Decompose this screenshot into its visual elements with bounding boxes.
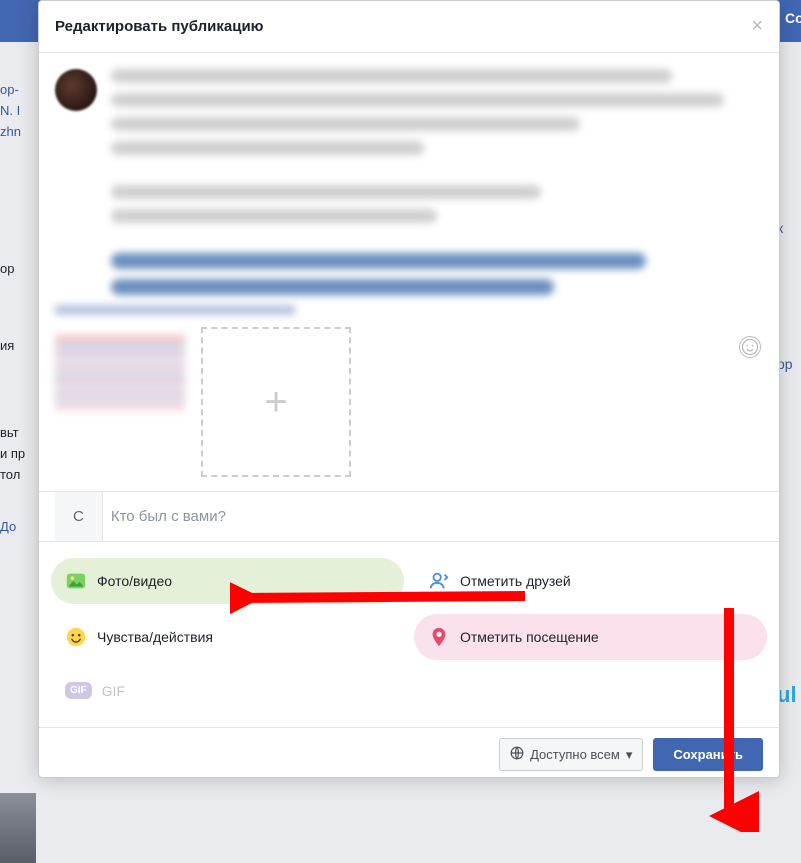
attachment-thumbnail[interactable] bbox=[55, 335, 185, 465]
gif-icon: GIF bbox=[65, 682, 92, 699]
modal-footer: Доступно всем ▾ Сохранить bbox=[39, 727, 779, 777]
option-feelings[interactable]: Чувства/действия bbox=[51, 614, 404, 660]
option-label: Чувства/действия bbox=[97, 629, 213, 645]
modal-header: Редактировать публикацию × bbox=[39, 1, 779, 53]
modal-body: + С Фото/видео Отметить друзей bbox=[39, 53, 779, 727]
attachments: + bbox=[55, 335, 763, 477]
globe-icon bbox=[510, 746, 524, 763]
post-content-row bbox=[55, 69, 763, 295]
save-button[interactable]: Сохранить bbox=[653, 738, 763, 771]
option-label: Фото/видео bbox=[97, 573, 172, 589]
post-text-area[interactable] bbox=[111, 69, 763, 295]
bg-left-column: op- N. I zhn op ия вьт и пр тол До bbox=[0, 42, 36, 802]
option-label: GIF bbox=[102, 683, 125, 699]
location-pin-icon bbox=[428, 626, 450, 648]
bg-header-text: Co bbox=[781, 0, 801, 42]
close-icon: × bbox=[751, 15, 763, 37]
with-friends-input[interactable] bbox=[103, 492, 763, 541]
plus-icon: + bbox=[264, 380, 287, 425]
post-options-grid: Фото/видео Отметить друзей Чувства/дейст… bbox=[51, 558, 767, 711]
modal-title: Редактировать публикацию bbox=[55, 18, 263, 35]
emoji-icon bbox=[741, 338, 759, 356]
save-label: Сохранить bbox=[673, 747, 743, 762]
edit-post-modal: Редактировать публикацию × bbox=[38, 0, 780, 778]
attachment-caption bbox=[55, 305, 763, 315]
option-label: Отметить посещение bbox=[460, 629, 599, 645]
feelings-icon bbox=[65, 626, 87, 648]
close-button[interactable]: × bbox=[751, 15, 763, 38]
privacy-label: Доступно всем bbox=[530, 747, 620, 762]
avatar bbox=[55, 69, 97, 111]
option-checkin[interactable]: Отметить посещение bbox=[414, 614, 767, 660]
option-tag-friends[interactable]: Отметить друзей bbox=[414, 558, 767, 604]
with-label: С bbox=[55, 492, 103, 541]
option-gif[interactable]: GIF GIF bbox=[51, 670, 404, 711]
add-attachment-button[interactable]: + bbox=[201, 327, 351, 477]
privacy-selector[interactable]: Доступно всем ▾ bbox=[499, 738, 643, 771]
option-label: Отметить друзей bbox=[460, 573, 571, 589]
tag-friends-icon bbox=[428, 570, 450, 592]
option-photo-video[interactable]: Фото/видео bbox=[51, 558, 404, 604]
chevron-down-icon: ▾ bbox=[626, 747, 633, 763]
bg-cover-photo bbox=[0, 793, 36, 863]
bg-right-column: к op ul bbox=[777, 50, 801, 810]
photo-icon bbox=[65, 570, 87, 592]
with-friends-row: С bbox=[39, 491, 779, 542]
emoji-picker-button[interactable] bbox=[739, 336, 761, 358]
